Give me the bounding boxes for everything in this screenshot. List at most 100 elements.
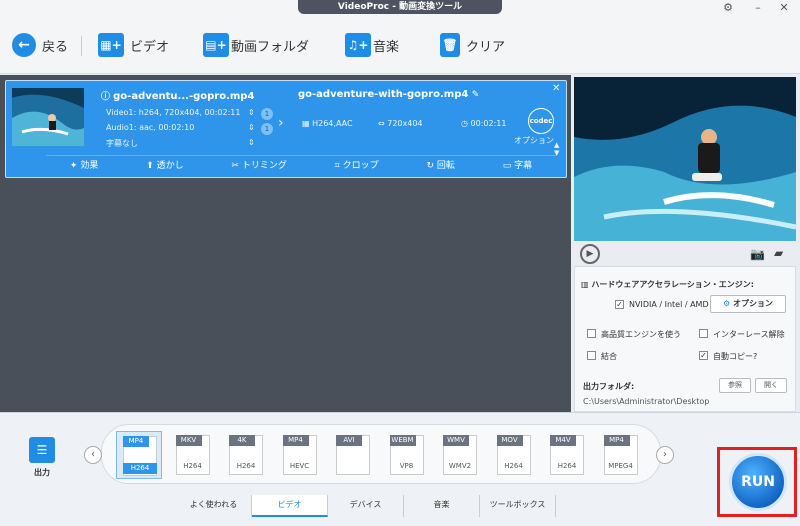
- add-music-label: 音楽: [373, 39, 400, 55]
- effect-button[interactable]: ✦ 効果: [70, 158, 98, 171]
- tab-music[interactable]: 音楽: [404, 495, 480, 517]
- audio-track-stepper[interactable]: ⇕: [248, 123, 255, 132]
- scissors-icon: ✂: [231, 161, 239, 171]
- edit-pencil-icon[interactable]: ✎: [472, 90, 480, 100]
- codec-option-button[interactable]: codec: [528, 108, 554, 134]
- title-bar: VideoProc - 動画変換ツール ⚙ – ✕: [0, 0, 800, 16]
- format-tile[interactable]: WEBM VP8: [384, 431, 430, 479]
- tab-toolbox[interactable]: ツールボックス: [480, 495, 556, 517]
- tab-device[interactable]: デバイス: [328, 495, 404, 517]
- browse-button[interactable]: 参照: [719, 378, 751, 393]
- output-filename[interactable]: go-adventure-with-gopro.mp4 ✎: [298, 89, 479, 100]
- run-button[interactable]: RUN: [729, 453, 787, 511]
- output-label: 出力: [34, 468, 50, 477]
- rotate-icon: ↻: [426, 161, 434, 171]
- chip-icon: ▥: [581, 280, 592, 289]
- hw-accel-checkbox[interactable]: ✓: [615, 300, 624, 309]
- format-container-label: MP4: [603, 435, 630, 446]
- add-music-button[interactable]: ♫+ 音楽: [345, 30, 399, 60]
- folder-open-icon[interactable]: ▰: [774, 246, 783, 260]
- output-settings-panel: ▥ ハードウェアアクセラレーション・エンジン: ✓ NVIDIA / Intel…: [574, 266, 796, 412]
- auto-copy-label: 自動コピー?: [713, 352, 758, 361]
- back-button[interactable]: ← 戻る: [12, 30, 68, 60]
- subtitle-info: 字幕なし: [106, 139, 138, 148]
- audio-track-info: Audio1: aac, 00:02:10: [106, 123, 195, 132]
- video-thumbnail[interactable]: [12, 88, 84, 146]
- hw-accel-label: NVIDIA / Intel / AMD: [629, 300, 709, 309]
- main-toolbar: ← 戻る ▦+ ビデオ ▤+ 動画フォルダ ♫+ 音楽 🗑 クリア: [0, 16, 800, 74]
- video-track-stepper[interactable]: ⇕: [248, 108, 255, 117]
- trim-button[interactable]: ✂ トリミング: [231, 158, 286, 171]
- clear-button[interactable]: 🗑 クリア: [440, 30, 505, 60]
- subtitle-stepper[interactable]: ⇕: [248, 138, 255, 147]
- film-add-icon: ▦+: [98, 33, 124, 57]
- video-preview[interactable]: [574, 77, 796, 241]
- audio-track-count: 1: [261, 123, 273, 135]
- format-tile[interactable]: MP4 H264: [116, 431, 162, 479]
- output-path: C:\Users\Administrator\Desktop: [583, 397, 710, 406]
- format-tile[interactable]: 4K H264: [223, 431, 269, 479]
- format-codec-label: H264: [183, 462, 202, 470]
- source-filename: ⓘ go-adventu...-gopro.mp4: [101, 91, 255, 102]
- stamp-icon: ⬆: [146, 161, 154, 171]
- output-target-button[interactable]: ☰ 出力: [20, 437, 64, 481]
- back-arrow-icon: ←: [12, 33, 36, 57]
- auto-copy-checkbox[interactable]: ✓: [699, 351, 708, 360]
- output-duration: ◷ 00:02:11: [461, 119, 507, 128]
- format-container-label: WEBM: [389, 435, 416, 446]
- format-container-label: MP4: [282, 435, 309, 446]
- close-icon[interactable]: ✕: [776, 1, 792, 15]
- add-folder-label: 動画フォルダ: [231, 39, 310, 55]
- folder-add-icon: ▤+: [203, 33, 229, 57]
- format-codec-label: HEVC: [289, 462, 310, 470]
- hq-engine-checkbox[interactable]: [587, 329, 596, 338]
- tab-popular[interactable]: よく使われる: [176, 495, 252, 517]
- clear-label: クリア: [466, 39, 506, 55]
- open-folder-button[interactable]: 開く: [755, 378, 787, 393]
- edit-tools-bar: ✦ 効果 ⬆ 透かし ✂ トリミング ⌗ クロップ ↻ 回転 ▭ 字幕: [46, 155, 556, 173]
- crop-icon: ⌗: [334, 161, 340, 171]
- tab-video[interactable]: ビデオ: [252, 495, 328, 517]
- rotate-button[interactable]: ↻ 回転: [426, 158, 454, 171]
- settings-gear-icon[interactable]: ⚙: [720, 1, 736, 15]
- toolbar-divider: [81, 36, 82, 56]
- film-icon: ▦: [302, 119, 313, 128]
- add-video-button[interactable]: ▦+ ビデオ: [98, 30, 169, 60]
- format-tile[interactable]: MP4 HEVC: [277, 431, 323, 479]
- wand-icon: ✦: [69, 161, 78, 171]
- chevron-left-icon[interactable]: ‹: [84, 446, 102, 464]
- format-tile[interactable]: MOV H264: [491, 431, 537, 479]
- crop-button[interactable]: ⌗ クロップ: [335, 158, 379, 171]
- format-tile[interactable]: MKV H264: [170, 431, 216, 479]
- hw-option-button[interactable]: ⚙ オプション: [710, 295, 786, 313]
- subtitle-button[interactable]: ▭ 字幕: [503, 158, 532, 171]
- format-tile[interactable]: WMV WMV2: [437, 431, 483, 479]
- format-codec-label: H264: [123, 463, 157, 474]
- output-folder-label: 出力フォルダ:: [583, 382, 635, 391]
- merge-checkbox[interactable]: [587, 351, 596, 360]
- format-container-label: WMV: [443, 435, 469, 446]
- music-add-icon: ♫+: [345, 33, 371, 57]
- format-tile[interactable]: AVI: [330, 431, 376, 479]
- deinterlace-checkbox[interactable]: [699, 329, 708, 338]
- codec-option-label[interactable]: オプション: [514, 135, 554, 146]
- play-icon[interactable]: ▶: [580, 244, 600, 264]
- format-codec-label: H264: [236, 462, 256, 470]
- minimize-icon[interactable]: –: [750, 1, 766, 15]
- subtitle-icon: ▭: [502, 161, 512, 171]
- back-label: 戻る: [42, 39, 69, 55]
- file-card[interactable]: ⓘ go-adventu...-gopro.mp4 Video1: h264, …: [5, 80, 567, 178]
- gear-icon: ⚙: [723, 299, 733, 308]
- chevron-right-icon[interactable]: ›: [656, 446, 674, 464]
- camera-snapshot-icon[interactable]: 📷: [750, 247, 765, 261]
- output-resolution: ⇔ 720x404: [378, 119, 423, 128]
- add-video-label: ビデオ: [130, 39, 170, 55]
- add-folder-button[interactable]: ▤+ 動画フォルダ: [203, 30, 309, 60]
- watermark-button[interactable]: ⬆ 透かし: [146, 158, 183, 171]
- format-tile[interactable]: M4V H264: [544, 431, 590, 479]
- remove-file-close-icon[interactable]: ✕: [552, 83, 560, 94]
- info-icon: ⓘ: [101, 92, 114, 102]
- format-tile[interactable]: MP4 MPEG4: [598, 431, 644, 479]
- format-codec-label: WMV2: [448, 462, 472, 470]
- output-profile-icon: ☰: [29, 437, 55, 463]
